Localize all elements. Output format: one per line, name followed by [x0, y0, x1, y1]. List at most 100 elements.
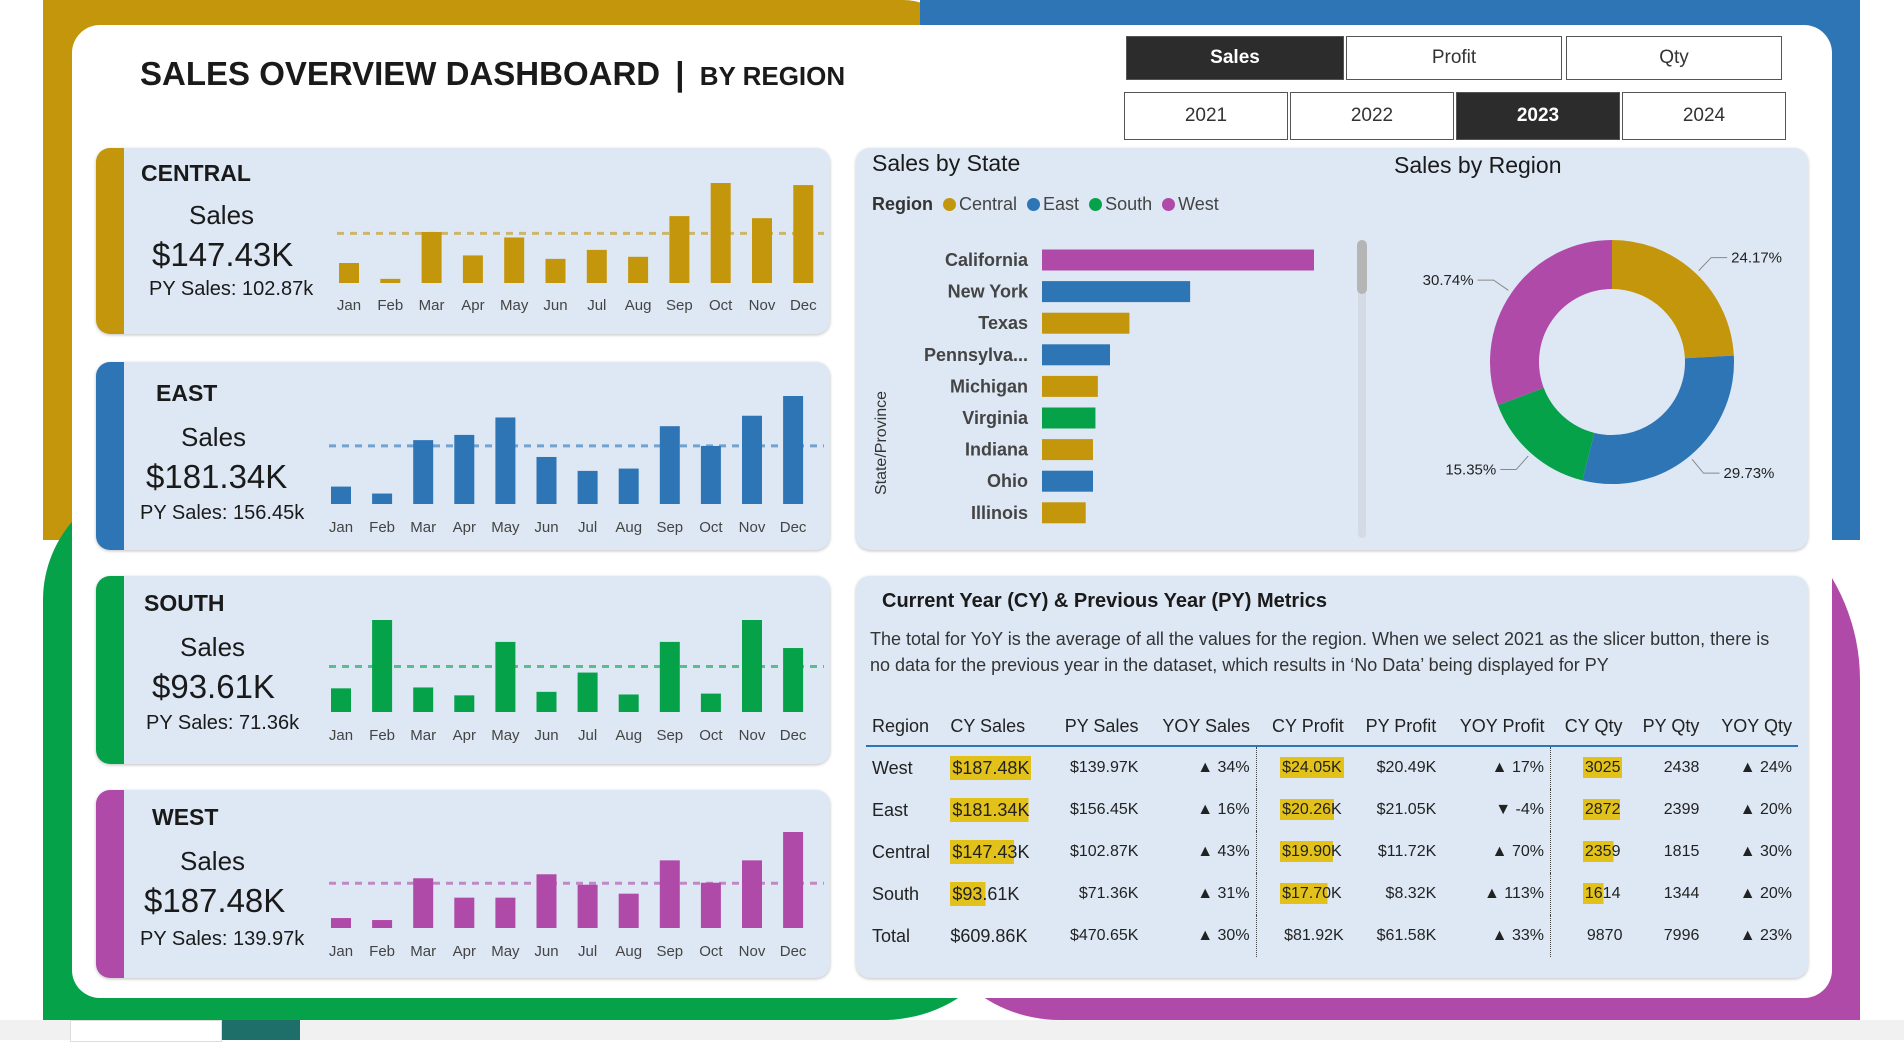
state-bar[interactable]	[1042, 439, 1093, 461]
region-card-west: WEST Sales $187.48K PY Sales: 139.97k Ja…	[96, 790, 830, 978]
yoy-sales-cell: ▲ 43%	[1197, 843, 1250, 860]
table-row[interactable]: Central $147.43K $102.87K ▲ 43% $19.90K …	[866, 831, 1798, 873]
month-bar[interactable]	[752, 218, 772, 283]
table-row[interactable]: South $93.61K $71.36K ▲ 31% $17.70K $8.3…	[866, 873, 1798, 915]
month-tick-label: Mar	[410, 727, 436, 744]
month-bar[interactable]	[536, 874, 557, 928]
scrollbar-thumb[interactable]	[1357, 240, 1367, 294]
month-bar[interactable]	[495, 641, 516, 712]
month-bar[interactable]	[331, 486, 351, 504]
month-bar[interactable]	[669, 216, 690, 283]
month-bar[interactable]	[454, 434, 475, 504]
month-bar[interactable]	[504, 237, 525, 283]
state-bar[interactable]	[1042, 344, 1110, 366]
region-cell: Total	[872, 925, 911, 946]
month-bar[interactable]	[628, 256, 649, 283]
column-header-sorted[interactable]: CY Sales	[944, 710, 1049, 747]
month-bar[interactable]	[536, 691, 557, 712]
month-bar[interactable]	[742, 620, 762, 712]
month-bar[interactable]	[545, 258, 566, 283]
month-tick-label: Sep	[666, 297, 693, 314]
month-bar[interactable]	[495, 897, 516, 928]
column-header[interactable]: YOY Qty	[1705, 710, 1798, 747]
month-bar[interactable]	[659, 426, 680, 504]
month-tick-label: May	[491, 519, 520, 536]
slicer-sales-button[interactable]: Sales	[1126, 36, 1344, 80]
slicer-year-2022-button[interactable]: 2022	[1290, 92, 1454, 140]
state-bar[interactable]	[1042, 407, 1096, 429]
column-header[interactable]: PY Qty	[1628, 710, 1706, 747]
slicer-qty-button[interactable]: Qty	[1566, 36, 1782, 80]
month-bar[interactable]	[783, 832, 804, 928]
monthly-bar-chart: Jan Feb Mar Apr May Jun Jul Aug Sep Oct Nov Dec	[329, 620, 824, 744]
column-header[interactable]: CY Profit	[1256, 710, 1350, 747]
py-profit-cell: $11.72K	[1377, 843, 1437, 860]
month-bar[interactable]	[577, 884, 598, 928]
month-bar[interactable]	[618, 694, 639, 712]
month-bar[interactable]	[331, 918, 351, 928]
state-bar[interactable]	[1042, 502, 1086, 524]
month-bar[interactable]	[536, 456, 557, 504]
month-bar[interactable]	[380, 278, 401, 283]
month-bar[interactable]	[577, 470, 598, 504]
month-bar[interactable]	[700, 445, 721, 504]
month-bar[interactable]	[700, 882, 721, 928]
month-bar[interactable]	[495, 417, 516, 504]
month-bar[interactable]	[783, 396, 804, 504]
month-bar[interactable]	[577, 672, 598, 712]
donut-slice[interactable]	[1490, 240, 1613, 406]
month-bar[interactable]	[413, 687, 434, 712]
month-bar[interactable]	[372, 920, 393, 928]
table-row[interactable]: East $181.34K $156.45K ▲ 16% $20.26K $21…	[866, 789, 1798, 831]
page-tab[interactable]	[222, 1020, 300, 1040]
month-tick-label: Feb	[377, 297, 403, 314]
column-header[interactable]: YOY Sales	[1144, 710, 1257, 747]
month-bar[interactable]	[700, 693, 721, 712]
cy-qty-cell: 2359	[1549, 831, 1629, 873]
month-bar[interactable]	[339, 263, 359, 283]
state-bar[interactable]	[1042, 470, 1093, 492]
py-profit-cell: $20.49K	[1376, 759, 1437, 776]
month-tick-label: Nov	[739, 943, 766, 960]
month-bar[interactable]	[421, 231, 442, 283]
state-bar[interactable]	[1042, 281, 1191, 303]
state-bar[interactable]	[1042, 375, 1098, 397]
donut-slice[interactable]	[1497, 386, 1596, 481]
column-header[interactable]: PY Sales	[1048, 710, 1145, 747]
column-header[interactable]: YOY Profit	[1442, 710, 1551, 747]
month-bar[interactable]	[462, 255, 483, 283]
month-bar[interactable]	[331, 688, 351, 712]
month-bar[interactable]	[454, 695, 475, 712]
column-header[interactable]: Region	[866, 710, 945, 747]
month-bar[interactable]	[586, 249, 607, 283]
month-bar[interactable]	[618, 468, 639, 504]
donut-slice[interactable]	[1611, 240, 1734, 360]
donut-slice[interactable]	[1582, 355, 1734, 484]
state-bar[interactable]	[1042, 312, 1130, 334]
page-tab-active[interactable]	[70, 1020, 222, 1042]
month-bar[interactable]	[413, 440, 434, 504]
slicer-year-2024-button[interactable]: 2024	[1622, 92, 1786, 140]
column-header[interactable]: PY Profit	[1349, 710, 1443, 747]
column-header[interactable]: CY Qty	[1550, 710, 1629, 747]
cy-profit-cell: $20.26K	[1255, 789, 1350, 831]
month-bar[interactable]	[659, 860, 680, 928]
month-bar[interactable]	[659, 641, 680, 712]
cy-qty-cell: 3025	[1549, 746, 1629, 789]
month-bar[interactable]	[710, 183, 731, 283]
month-bar[interactable]	[618, 893, 639, 928]
slicer-profit-button[interactable]: Profit	[1346, 36, 1562, 80]
month-bar[interactable]	[454, 897, 475, 928]
slicer-year-2021-button[interactable]: 2021	[1124, 92, 1288, 140]
month-bar[interactable]	[372, 493, 393, 504]
month-bar[interactable]	[413, 878, 434, 928]
state-bar[interactable]	[1042, 249, 1314, 271]
slicer-year-2023-button[interactable]: 2023	[1456, 92, 1620, 140]
y-axis-title: State/Province	[873, 391, 890, 495]
table-row[interactable]: West $187.48K $139.97K ▲ 34% $24.05K $20…	[866, 746, 1798, 789]
month-bar[interactable]	[783, 648, 804, 712]
month-bar[interactable]	[742, 860, 762, 928]
month-bar[interactable]	[372, 620, 393, 712]
month-bar[interactable]	[793, 185, 814, 283]
month-bar[interactable]	[742, 415, 762, 504]
